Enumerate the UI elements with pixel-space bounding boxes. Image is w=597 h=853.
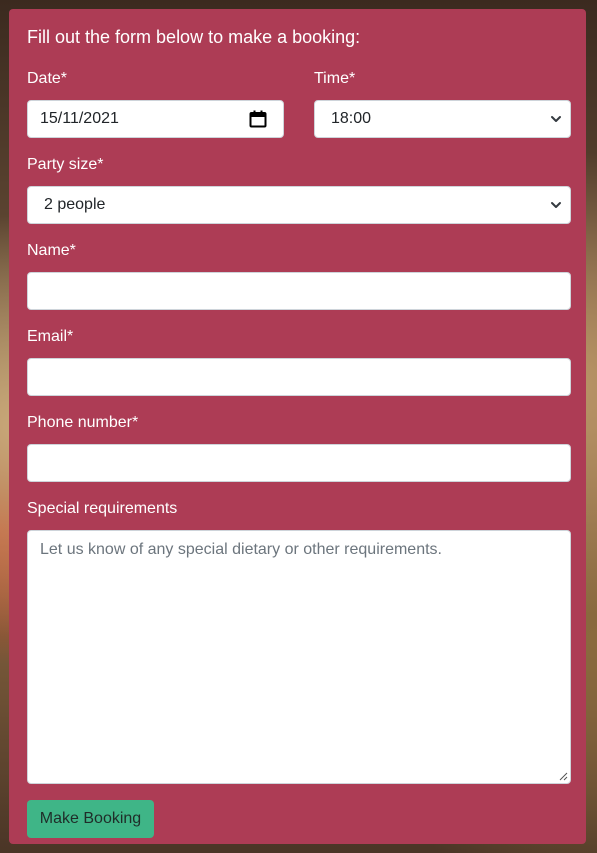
date-value: 15/11/2021 <box>40 110 119 127</box>
booking-form-card: Fill out the form below to make a bookin… <box>9 9 586 844</box>
special-requirements-textarea[interactable]: Let us know of any special dietary or ot… <box>27 530 571 784</box>
chevron-down-icon <box>551 202 561 208</box>
name-input[interactable] <box>27 272 571 310</box>
date-label: Date* <box>27 70 68 87</box>
party-size-value: 2 people <box>44 196 106 213</box>
phone-label: Phone number* <box>27 414 139 431</box>
phone-input[interactable] <box>27 444 571 482</box>
resize-grip-icon[interactable] <box>559 772 568 781</box>
party-size-select[interactable]: 2 people <box>27 186 571 224</box>
name-label: Name* <box>27 242 76 259</box>
special-requirements-label: Special requirements <box>27 500 178 517</box>
time-label: Time* <box>314 70 356 87</box>
special-requirements-placeholder: Let us know of any special dietary or ot… <box>40 541 442 558</box>
form-intro: Fill out the form below to make a bookin… <box>27 27 361 47</box>
email-input[interactable] <box>27 358 571 396</box>
calendar-icon[interactable] <box>249 110 267 128</box>
email-label: Email* <box>27 328 74 345</box>
time-value: 18:00 <box>331 110 372 127</box>
chevron-down-icon <box>551 116 561 122</box>
party-size-label: Party size* <box>27 156 104 173</box>
time-select[interactable]: 18:00 <box>314 100 571 138</box>
date-input[interactable]: 15/11/2021 <box>27 100 284 138</box>
make-booking-button[interactable]: Make Booking <box>27 800 154 838</box>
